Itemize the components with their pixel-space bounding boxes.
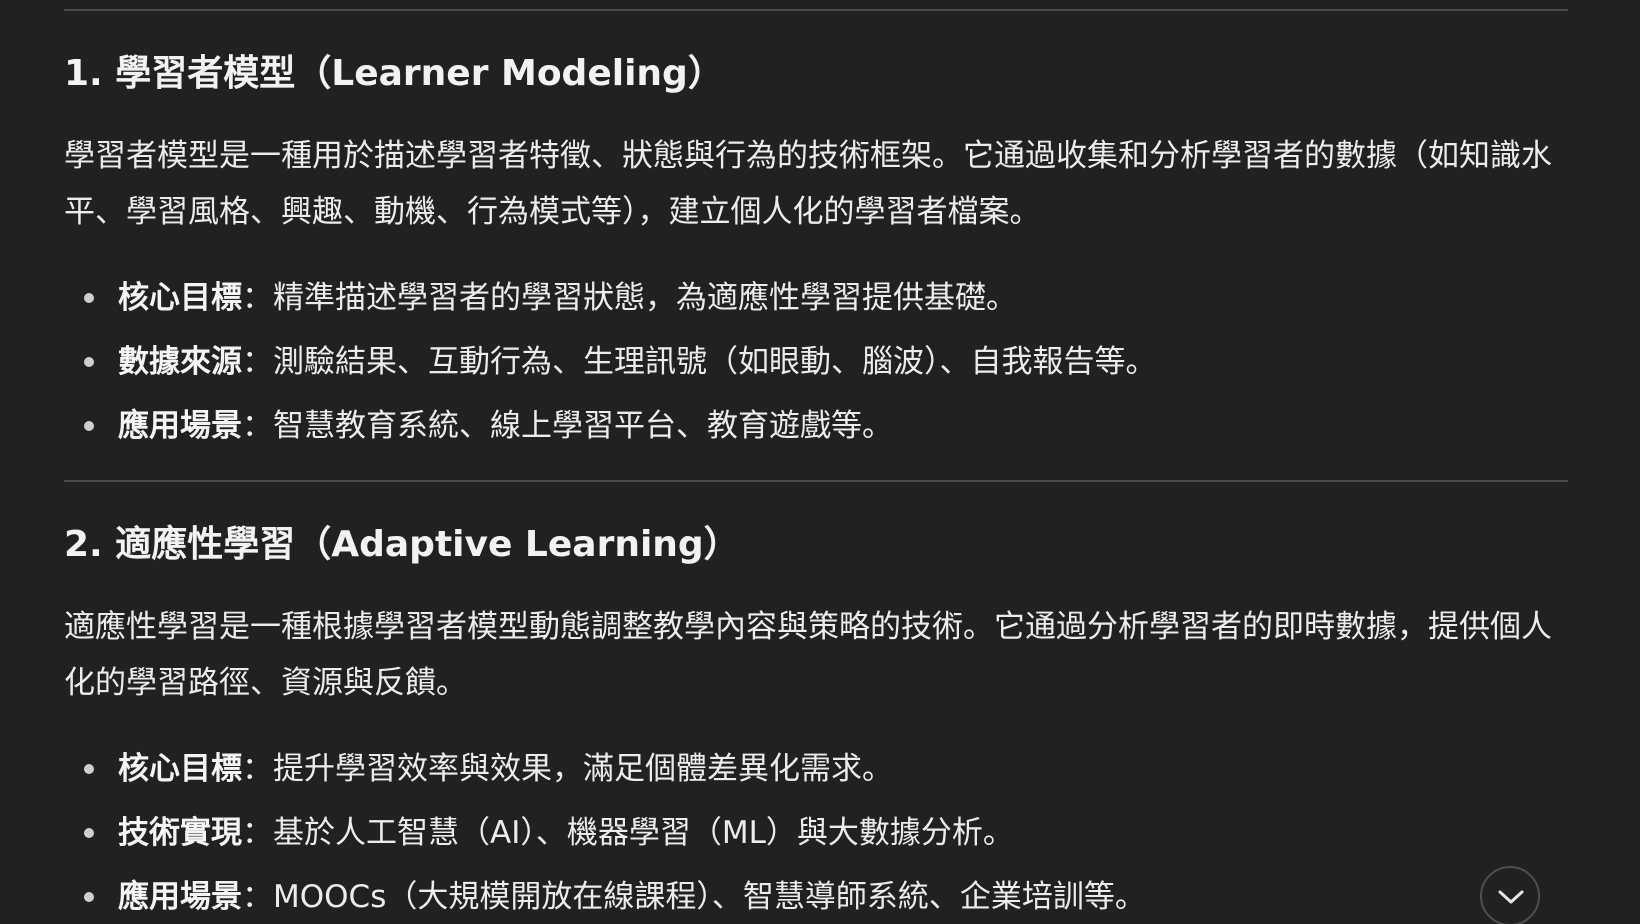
- section-paragraph-learner-modeling: 學習者模型是一種用於描述學習者特徵、狀態與行為的技術框架。它通過收集和分析學習者…: [64, 138, 1552, 230]
- bullet-list-adaptive-learning: 核心目標：提升學習效率與效果，滿足個體差異化需求。 技術實現：基於人工智慧（AI…: [64, 737, 1146, 924]
- bullet-text: ：MOOCs（大規模開放在線課程）、智慧導師系統、企業培訓等。: [242, 879, 1146, 915]
- bullet-dot-icon: [84, 892, 94, 902]
- divider-top: [64, 9, 1568, 11]
- bullet-list-learner-modeling: 核心目標：精準描述學習者的學習狀態，為適應性學習提供基礎。 數據來源：測驗結果、…: [64, 266, 1157, 458]
- bullet-dot-icon: [84, 764, 94, 774]
- section-paragraph-adaptive-learning: 適應性學習是一種根據學習者模型動態調整教學內容與策略的技術。它通過分析學習者的即…: [64, 609, 1552, 701]
- divider-middle: [64, 480, 1568, 482]
- section-title-learner-modeling: 1. 學習者模型（Learner Modeling）: [64, 53, 724, 94]
- bullet-text: ：基於人工智慧（AI）、機器學習（ML）與大數據分析。: [242, 815, 1014, 851]
- list-item: 數據來源：測驗結果、互動行為、生理訊號（如眼動、腦波）、自我報告等。: [64, 330, 1157, 394]
- list-item: 應用場景：MOOCs（大規模開放在線課程）、智慧導師系統、企業培訓等。: [64, 865, 1146, 924]
- bullet-key: 技術實現: [118, 815, 242, 851]
- bullet-text: ：提升學習效率與效果，滿足個體差異化需求。: [242, 751, 893, 787]
- list-item: 核心目標：精準描述學習者的學習狀態，為適應性學習提供基礎。: [64, 266, 1157, 330]
- scroll-to-bottom-button[interactable]: [1480, 866, 1540, 924]
- bullet-dot-icon: [84, 421, 94, 431]
- bullet-dot-icon: [84, 293, 94, 303]
- section-title-adaptive-learning: 2. 適應性學習（Adaptive Learning）: [64, 524, 740, 565]
- bullet-key: 核心目標: [118, 751, 242, 787]
- bullet-text: ：測驗結果、互動行為、生理訊號（如眼動、腦波）、自我報告等。: [242, 344, 1157, 380]
- bullet-key: 應用場景: [118, 879, 242, 915]
- bullet-dot-icon: [84, 828, 94, 838]
- list-item: 技術實現：基於人工智慧（AI）、機器學習（ML）與大數據分析。: [64, 801, 1146, 865]
- bullet-text: ：精準描述學習者的學習狀態，為適應性學習提供基礎。: [242, 280, 1017, 316]
- list-item: 應用場景：智慧教育系統、線上學習平台、教育遊戲等。: [64, 394, 1157, 458]
- bullet-key: 核心目標: [118, 280, 242, 316]
- chevron-down-icon: [1498, 890, 1524, 904]
- bullet-dot-icon: [84, 357, 94, 367]
- bullet-key: 應用場景: [118, 408, 242, 444]
- list-item: 核心目標：提升學習效率與效果，滿足個體差異化需求。: [64, 737, 1146, 801]
- bullet-key: 數據來源: [118, 344, 242, 380]
- bullet-text: ：智慧教育系統、線上學習平台、教育遊戲等。: [242, 408, 893, 444]
